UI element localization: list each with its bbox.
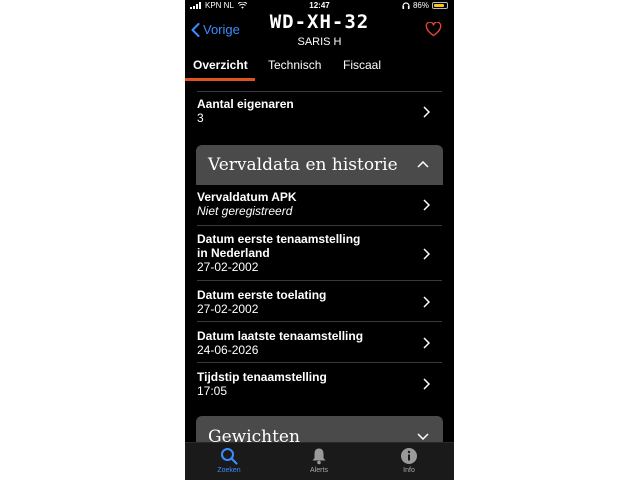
vehicle-model: SARIS H	[297, 36, 342, 48]
row-value: 24-06-2026	[197, 343, 259, 357]
status-right: 86%	[402, 1, 448, 10]
row-value: Niet geregistreerd	[197, 204, 293, 218]
phone-screen: KPN NL 12:47 86% Vorige WD-XH-32 SARIS H	[185, 0, 454, 480]
chevron-right-icon	[423, 248, 430, 260]
list-item-vervaldatum-apk[interactable]: Vervaldatum APK Niet geregistreerd	[197, 190, 444, 222]
chevron-right-icon	[423, 296, 430, 308]
chevron-up-icon	[417, 161, 429, 168]
row-label: Vervaldatum APK	[197, 190, 297, 204]
list-item-datum-eerste-toelating[interactable]: Datum eerste toelating 27-02-2002	[197, 288, 444, 318]
chevron-down-icon	[417, 433, 429, 440]
row-label-line1: Datum eerste tenaamstelling	[197, 232, 361, 246]
info-icon	[401, 448, 417, 464]
row-label: Datum eerste toelating	[197, 288, 327, 302]
battery-percent: 86%	[412, 1, 429, 10]
battery-icon	[432, 2, 448, 9]
nav-label: Alerts	[310, 467, 328, 474]
row-value: 27-02-2002	[197, 260, 259, 274]
tab-technisch[interactable]: Technisch	[268, 58, 321, 72]
nav-alerts[interactable]: Alerts	[289, 447, 349, 474]
row-value: 27-02-2002	[197, 302, 259, 316]
row-label: Aantal eigenaren	[197, 97, 294, 111]
nav-zoeken[interactable]: Zoeken	[199, 447, 259, 474]
tab-bar: Overzicht Technisch Fiscaal	[185, 58, 454, 82]
favorite-button[interactable]	[425, 21, 442, 42]
nav-info[interactable]: Info	[379, 447, 439, 474]
active-tab-indicator	[185, 78, 255, 81]
divider	[197, 362, 442, 363]
row-value: 3	[197, 111, 204, 125]
headphones-icon	[402, 2, 410, 9]
bell-icon	[312, 448, 326, 465]
search-icon	[221, 448, 238, 465]
nav-label: Info	[403, 467, 415, 474]
divider	[197, 225, 442, 226]
divider	[197, 280, 442, 281]
list-item-datum-eerste-tenaamstelling[interactable]: Datum eerste tenaamstelling in Nederland…	[197, 232, 444, 278]
row-label: Datum laatste tenaamstelling	[197, 329, 364, 343]
bottom-nav: Zoeken Alerts Info	[185, 442, 454, 480]
chevron-right-icon	[423, 337, 430, 349]
heart-icon	[425, 21, 442, 37]
row-value: 17:05	[197, 384, 228, 398]
chevron-right-icon	[423, 106, 430, 118]
section-title: Vervaldata en historie	[208, 155, 398, 175]
tab-fiscaal[interactable]: Fiscaal	[343, 58, 381, 72]
divider	[197, 91, 442, 92]
row-label-line2: in Nederland	[197, 246, 270, 260]
list-item-tijdstip-tenaamstelling[interactable]: Tijdstip tenaamstelling 17:05	[197, 370, 444, 400]
divider	[197, 321, 442, 322]
nav-label: Zoeken	[217, 467, 241, 474]
list-item-datum-laatste-tenaamstelling[interactable]: Datum laatste tenaamstelling 24-06-2026	[197, 329, 444, 359]
row-label: Tijdstip tenaamstelling	[197, 370, 327, 384]
license-plate: WD-XH-32	[269, 11, 370, 33]
list-item-aantal-eigenaren[interactable]: Aantal eigenaren 3	[197, 97, 444, 127]
chevron-right-icon	[423, 199, 430, 211]
chevron-right-icon	[423, 378, 430, 390]
tab-overzicht[interactable]: Overzicht	[193, 58, 248, 72]
section-header-vervaldata[interactable]: Vervaldata en historie	[196, 145, 443, 185]
